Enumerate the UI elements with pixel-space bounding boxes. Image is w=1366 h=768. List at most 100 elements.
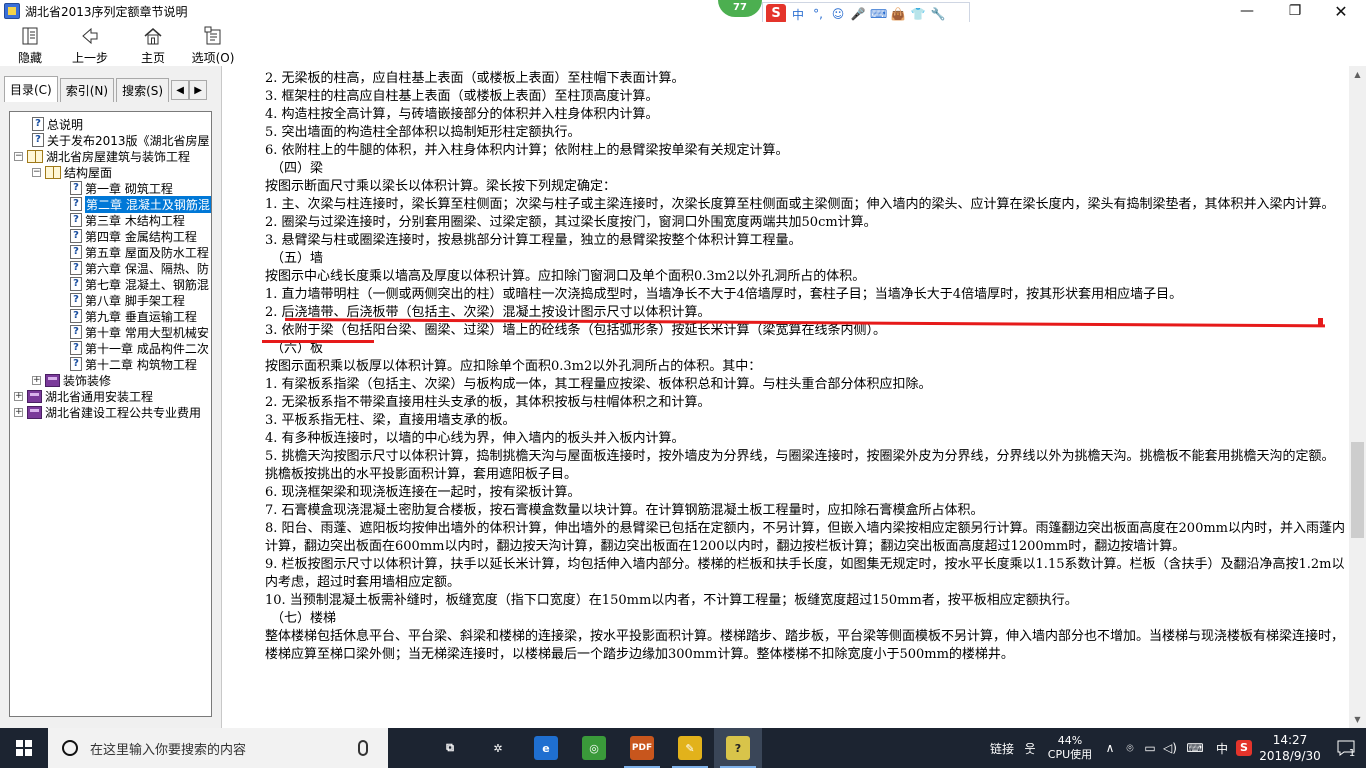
maximize-button[interactable]: ❐ bbox=[1272, 0, 1318, 22]
tree-item[interactable]: ? 关于发布2013版《湖北省房屋 bbox=[32, 132, 210, 148]
cpu-usage-widget[interactable]: 44% CPU使用 bbox=[1040, 734, 1100, 762]
tree-item-label: 湖北省房屋建筑与装饰工程 bbox=[46, 149, 191, 164]
content-paragraph: 8. 阳台、雨蓬、遮阳板均按伸出墙外的体积计算，伸出墙外的悬臂梁已包括在定额内，… bbox=[265, 521, 1346, 554]
tree-item[interactable]: ? 第八章 脚手架工程 bbox=[70, 292, 185, 308]
red-underline-annotation-tick bbox=[1318, 318, 1323, 327]
ime-keyboard-icon[interactable]: ⌨ bbox=[870, 7, 887, 21]
content-paragraph: 按图示面积乘以板厚以体积计算。应扣除单个面积0.3m2以外孔洞所占的体积。其中： bbox=[265, 359, 762, 374]
start-button[interactable] bbox=[0, 728, 48, 768]
help-page-icon: ? bbox=[70, 213, 82, 227]
pdf-reader-icon: PDF bbox=[630, 736, 654, 760]
show-hidden-icons-chevron-icon[interactable]: ∧ bbox=[1100, 728, 1120, 768]
tree-item-label: 湖北省通用安装工程 bbox=[45, 389, 154, 404]
content-paragraph: 按图示中心线长度乘以墙高及厚度以体积计算。应扣除门窗洞口及单个面积0.3m2以外… bbox=[265, 269, 866, 284]
tree-item[interactable]: ? 第九章 垂直运输工程 bbox=[70, 308, 197, 324]
help-page-icon: ? bbox=[70, 229, 82, 243]
taskbar-app-notes-app[interactable]: ✎ bbox=[666, 728, 714, 768]
tree-item[interactable]: + 装饰装修 bbox=[32, 372, 111, 388]
ime-chinese-mode[interactable]: 中 bbox=[790, 6, 806, 23]
expand-icon[interactable]: + bbox=[14, 407, 23, 417]
system-tray: 链接 웃 44% CPU使用 ∧ ⌾ ▭ ◁) ⌨ 中 S 14:27 2018… bbox=[984, 728, 1366, 768]
help-page-icon: ? bbox=[70, 341, 82, 355]
ime-skin-icon[interactable]: 👕 bbox=[910, 7, 926, 21]
tree-item[interactable]: + 湖北省通用安装工程 bbox=[14, 388, 153, 404]
people-icon[interactable]: 웃 bbox=[1020, 728, 1040, 768]
scrollbar-thumb[interactable] bbox=[1351, 442, 1364, 538]
network-icon[interactable]: ⌾ bbox=[1120, 728, 1140, 768]
tab-scroll-left-icon[interactable]: ◀ bbox=[171, 80, 190, 100]
help-page-icon: ? bbox=[70, 325, 82, 339]
scroll-down-arrow-icon[interactable]: ▼ bbox=[1349, 711, 1366, 728]
microphone-icon[interactable] bbox=[358, 740, 368, 756]
help-page-icon: ? bbox=[70, 309, 82, 323]
tree-item[interactable]: ? 总说明 bbox=[32, 116, 83, 132]
ie-browser-icon: e bbox=[534, 736, 558, 760]
content-paragraph: 2. 圈梁与过梁连接时，分别套用圈梁、过梁定额，其过梁长度按门，窗洞口外围宽度两… bbox=[265, 215, 877, 230]
sogou-logo-icon[interactable]: S bbox=[766, 4, 786, 24]
battery-icon[interactable]: ▭ bbox=[1140, 728, 1160, 768]
taskbar-app-fan-app[interactable]: ✲ bbox=[474, 728, 522, 768]
tree-item[interactable]: ? 第十一章 成品构件二次 bbox=[70, 340, 209, 356]
tab-index[interactable]: 索引(N) bbox=[59, 78, 115, 102]
tab-search[interactable]: 搜索(S) bbox=[116, 78, 170, 102]
tree-item[interactable]: ? 第一章 砌筑工程 bbox=[70, 180, 173, 196]
tree-item[interactable]: ? 第十二章 构筑物工程 bbox=[70, 356, 197, 372]
tray-link-label[interactable]: 链接 bbox=[984, 740, 1020, 757]
tree-item-label: 第一章 砌筑工程 bbox=[85, 181, 173, 196]
search-placeholder: 在这里输入你要搜索的内容 bbox=[90, 742, 247, 758]
hide-button[interactable]: 隐藏 bbox=[2, 22, 58, 66]
taskbar-search-box[interactable]: 在这里输入你要搜索的内容 bbox=[48, 728, 388, 768]
minimize-button[interactable]: — bbox=[1224, 0, 1270, 22]
hide-pane-icon bbox=[19, 25, 41, 47]
tree-item[interactable]: − 湖北省房屋建筑与装饰工程 bbox=[14, 148, 190, 164]
close-button[interactable]: ✕ bbox=[1318, 0, 1364, 22]
ime-emoji-icon[interactable]: ☺ bbox=[830, 7, 846, 21]
tree-item[interactable]: ? 第七章 混凝土、钢筋混 bbox=[70, 276, 209, 292]
taskbar-app-360-browser[interactable]: ◎ bbox=[570, 728, 618, 768]
collapse-icon[interactable]: − bbox=[14, 151, 23, 161]
tree-item[interactable]: ? 第五章 屋面及防水工程 bbox=[70, 244, 209, 260]
tree-item-label: 关于发布2013版《湖北省房屋 bbox=[47, 133, 210, 148]
content-paragraph: 按图示断面尺寸乘以梁长以体积计算。梁长按下列规定确定： bbox=[265, 179, 617, 194]
content-paragraph: 4. 有多种板连接时，以墙的中心线为界，伸入墙内的板头并入板内计算。 bbox=[265, 431, 685, 446]
ime-settings-icon[interactable]: 🔧 bbox=[930, 7, 946, 21]
taskbar-app-pdf-reader[interactable]: PDF bbox=[618, 728, 666, 768]
ime-toolbox-icon[interactable]: 👜 bbox=[890, 7, 906, 21]
input-language-indicator[interactable]: 中 bbox=[1210, 740, 1234, 757]
keyboard-icon[interactable]: ⌨ bbox=[1180, 728, 1210, 768]
expand-icon[interactable]: + bbox=[32, 375, 41, 385]
tree-item-label: 第十二章 构筑物工程 bbox=[85, 357, 197, 372]
tree-item[interactable]: − 结构屋面 bbox=[32, 164, 112, 180]
tab-contents[interactable]: 目录(C) bbox=[4, 76, 58, 102]
back-button[interactable]: 上一步 bbox=[62, 22, 118, 66]
sogou-tray-icon[interactable]: S bbox=[1234, 728, 1254, 768]
tree-item[interactable]: ? 第四章 金属结构工程 bbox=[70, 228, 197, 244]
tree-item[interactable]: ? 第二章 混凝土及钢筋混 bbox=[70, 195, 211, 213]
expand-icon[interactable]: + bbox=[14, 391, 23, 401]
tree-item[interactable]: ? 第三章 木结构工程 bbox=[70, 212, 185, 228]
tree-item[interactable]: ? 第六章 保温、隔热、防 bbox=[70, 260, 209, 276]
content-scrollbar[interactable]: ▲ ▼ bbox=[1349, 66, 1366, 728]
content-paragraph: 6. 依附柱上的牛腿的体积，并入柱身体积内计算；依附柱上的悬臂梁按单梁有关规定计… bbox=[265, 143, 789, 158]
home-button[interactable]: 主页 bbox=[125, 22, 181, 66]
collapse-icon[interactable]: − bbox=[32, 167, 41, 177]
clock[interactable]: 14:27 2018/9/30 bbox=[1254, 732, 1326, 764]
home-label: 主页 bbox=[140, 51, 165, 65]
scroll-up-arrow-icon[interactable]: ▲ bbox=[1349, 66, 1366, 83]
ime-voice-icon[interactable]: 🎤 bbox=[850, 7, 866, 21]
tree-item[interactable]: ? 第十章 常用大型机械安 bbox=[70, 324, 209, 340]
action-center-button[interactable]: 1 bbox=[1326, 728, 1366, 768]
tree-item[interactable]: + 湖北省建设工程公共专业费用 bbox=[14, 404, 201, 420]
cpu-percent: 44% bbox=[1057, 734, 1083, 747]
clock-date: 2018/9/30 bbox=[1259, 749, 1321, 763]
taskbar-app-task-view[interactable]: ⧉ bbox=[426, 728, 474, 768]
help-page-icon: ? bbox=[70, 293, 82, 307]
taskbar-app-chm-help[interactable]: ? bbox=[714, 728, 762, 768]
topic-content: 2. 无梁板的柱高，应自柱基上表面（或楼板上表面）至柱帽下表面计算。 3. 框架柱… bbox=[223, 66, 1349, 728]
tab-scroll-right-icon[interactable]: ▶ bbox=[189, 80, 208, 100]
options-button[interactable]: 选项(O) bbox=[183, 22, 243, 66]
volume-icon[interactable]: ◁) bbox=[1160, 728, 1180, 768]
ime-punctuation-icon[interactable]: °, bbox=[810, 7, 826, 21]
section-heading: （四）梁 bbox=[271, 161, 324, 176]
taskbar-app-ie-browser[interactable]: e bbox=[522, 728, 570, 768]
